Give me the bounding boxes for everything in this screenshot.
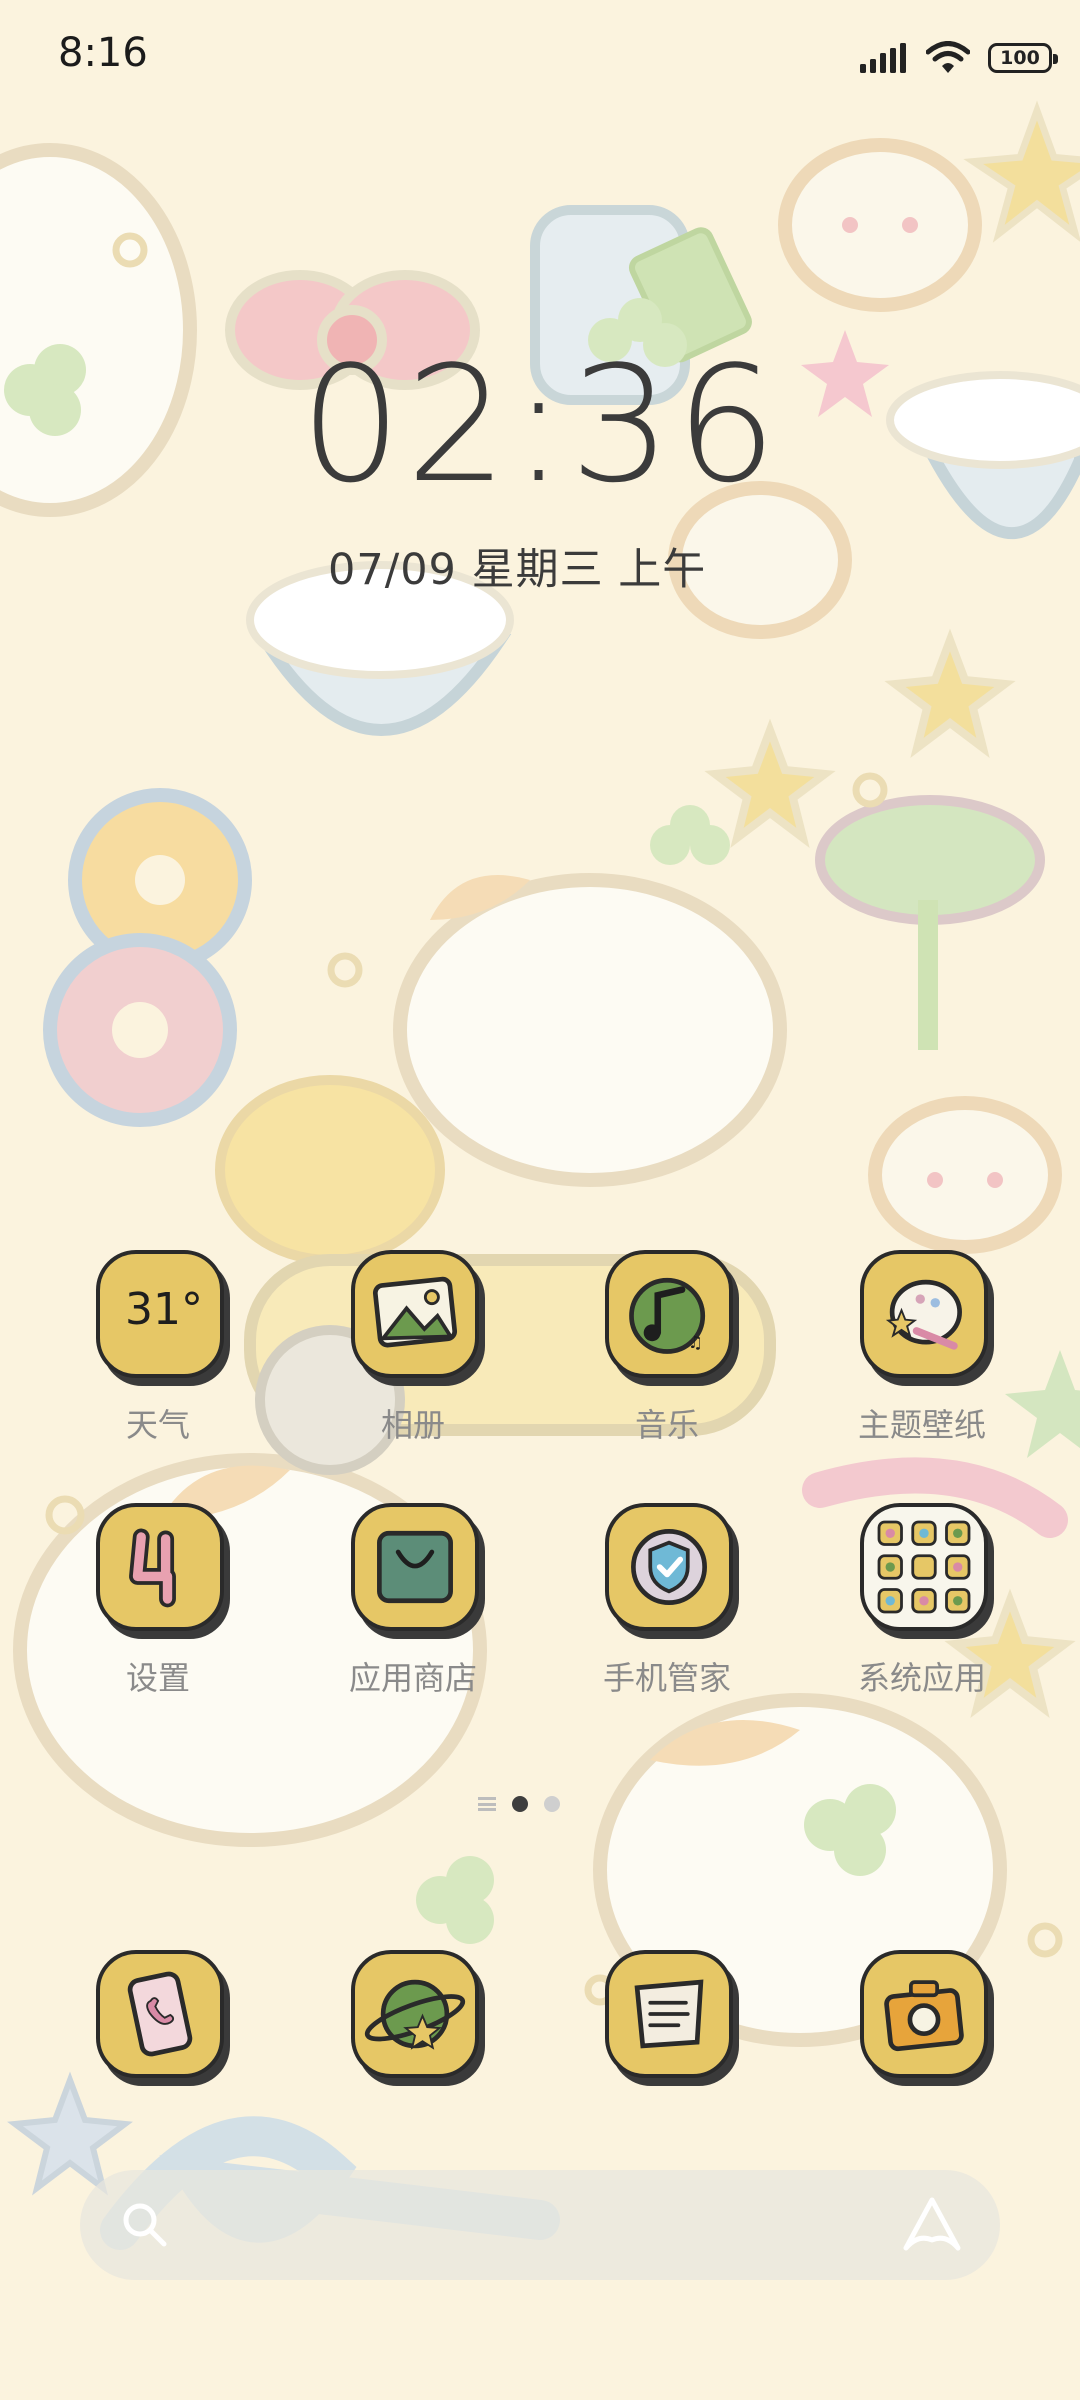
gallery-icon [351,1250,479,1378]
page-dot [544,1796,560,1812]
battery-indicator: 100 [988,43,1058,73]
folder-icon [860,1503,988,1631]
app-music[interactable]: ♫ 音乐 [562,1250,772,1450]
status-time: 8:16 [58,30,148,76]
svg-text:♫: ♫ [688,1332,703,1352]
phone-icon [96,1950,224,2078]
browser-icon [351,1950,479,2078]
app-folder-system-apps[interactable]: 系统应用 [817,1503,1027,1703]
app-store-icon [351,1503,479,1631]
app-label: 天气 [125,1406,190,1444]
search-bar[interactable] [80,2170,1000,2280]
search-icon[interactable] [118,2198,172,2252]
app-label: 系统应用 [857,1659,986,1697]
notes-icon [605,1950,733,2078]
page-indicator[interactable] [478,1796,560,1812]
status-icons: 100 [858,36,1058,80]
clock-widget[interactable]: 02:36 07/09 星期三 上午 [300,331,782,596]
page-list-icon [478,1797,496,1811]
security-icon [605,1503,733,1631]
weather-temperature: 31° [125,1284,203,1335]
dock-camera[interactable] [817,1950,1027,2090]
app-label: 主题壁纸 [857,1406,986,1444]
app-security[interactable]: 手机管家 [562,1503,772,1703]
signal-icon [860,43,906,73]
app-themes[interactable]: 主题壁纸 [817,1250,1027,1450]
app-gallery[interactable]: 相册 [308,1250,518,1450]
clock-time: 02:36 [300,331,782,518]
app-label: 设置 [125,1659,190,1697]
app-label: 应用商店 [348,1659,477,1697]
camera-icon [860,1950,988,2078]
dock-phone[interactable] [53,1950,263,2090]
music-icon: ♫ [605,1250,733,1378]
themes-icon [860,1250,988,1378]
settings-icon [96,1503,224,1631]
dock-browser[interactable] [308,1950,518,2090]
clock-date: 07/09 星期三 上午 [328,545,707,595]
app-settings[interactable]: 设置 [53,1503,263,1703]
assistant-icon[interactable] [900,2194,964,2256]
app-app-store[interactable]: 应用商店 [308,1503,518,1703]
page-dot-active [512,1796,528,1812]
status-bar: 8:16 100 [0,0,1080,110]
app-label: 音乐 [634,1406,699,1444]
app-label: 相册 [380,1406,445,1444]
dock-notes[interactable] [562,1950,772,2090]
wifi-icon [926,41,970,73]
weather-icon: 31° [96,1250,224,1378]
app-label: 手机管家 [602,1659,731,1697]
app-weather[interactable]: 31° 天气 [53,1250,263,1450]
